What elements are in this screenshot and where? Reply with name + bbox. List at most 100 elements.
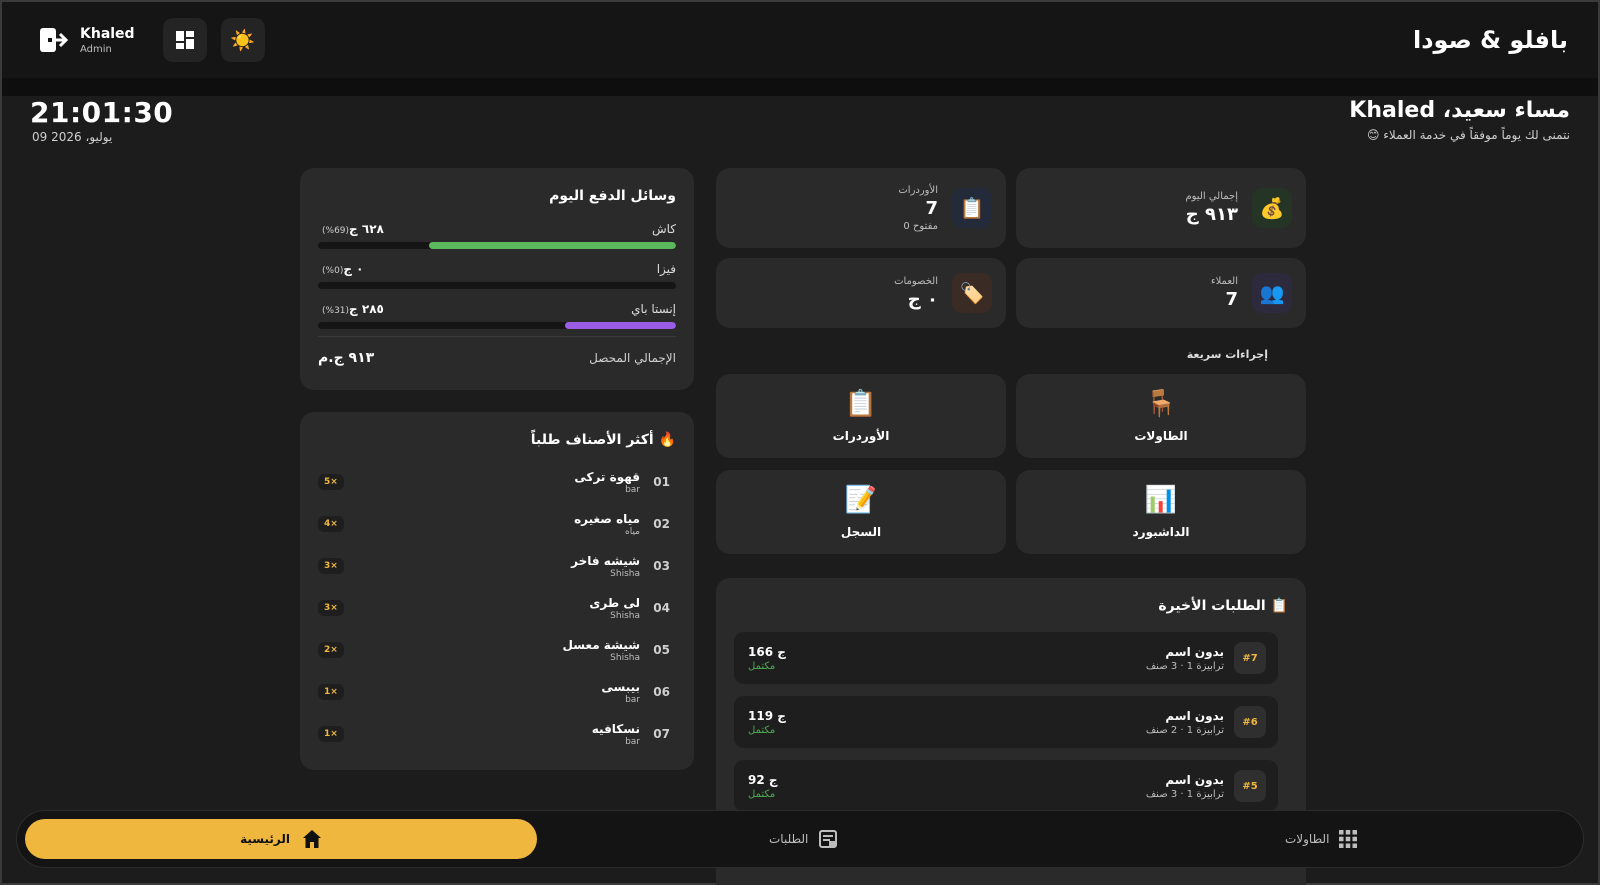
item-qty-badge: 1× xyxy=(318,726,344,742)
order-row[interactable]: 119 ج مكتمل بدون اسم ترابيزة 1 · 2 صنف #… xyxy=(734,696,1278,748)
order-row[interactable]: 92 ج مكتمل بدون اسم ترابيزة 1 · 3 صنف #5 xyxy=(734,760,1278,812)
payment-percent: (31%) xyxy=(322,306,350,316)
grid-icon xyxy=(1339,830,1358,848)
user-role: Admin xyxy=(80,43,112,55)
item-name: قهوة تركى xyxy=(574,469,640,484)
payment-amount: ٦٢٨ ج xyxy=(349,222,384,236)
payment-amount: ٢٨٥ ج xyxy=(349,302,384,316)
payment-bar-track xyxy=(318,322,676,329)
action-dashboard-button[interactable]: 📊 الداشبورد xyxy=(1016,470,1306,554)
item-rank: 06 xyxy=(653,685,670,699)
order-name: بدون اسم xyxy=(1165,772,1224,787)
theme-toggle-button[interactable]: ☀️ xyxy=(220,18,265,62)
dashboard-grid-icon xyxy=(175,31,194,49)
action-tables-button[interactable]: 🪑 الطاولات xyxy=(1016,374,1306,458)
nav-home-button[interactable]: الرئيسية xyxy=(25,819,537,859)
payment-row-visa: ٠ ج(0%) فيزا xyxy=(318,262,676,289)
item-category: Shisha xyxy=(610,652,640,663)
date: 09 يوليو، 2026 xyxy=(32,130,113,144)
stat-sub: 0 مفتوح xyxy=(903,220,938,232)
money-bag-icon: 💰 xyxy=(1252,188,1292,228)
nav-tables-button[interactable]: الطاولات xyxy=(1285,819,1358,859)
clipboard-icon: 📋 xyxy=(844,389,878,419)
payments-title: وسائل الدفع اليوم xyxy=(549,188,676,204)
order-id-badge: #6 xyxy=(1234,706,1266,738)
list-item: 3× لى طرى Shisha 04 xyxy=(318,588,670,628)
payment-name: كاش xyxy=(651,222,676,236)
clipboard-icon: 📋 xyxy=(952,188,992,228)
action-label: الأوردرات xyxy=(832,429,890,443)
order-total: 92 ج xyxy=(748,772,778,787)
item-rank: 03 xyxy=(653,559,670,573)
payment-bar-fill xyxy=(565,322,676,329)
item-name: شيشة معسل xyxy=(562,637,641,652)
payments-card: وسائل الدفع اليوم ٦٢٨ ج(69%) كاش ٠ ج(0%)… xyxy=(300,168,694,390)
item-name: بيبسى xyxy=(601,679,640,694)
nav-orders-button[interactable]: الطلبات xyxy=(769,819,838,859)
item-category: bar xyxy=(625,694,640,705)
order-id-badge: #7 xyxy=(1234,642,1266,674)
divider xyxy=(318,336,676,337)
list-item: 1× بيبسى bar 06 xyxy=(318,672,670,712)
order-row[interactable]: 166 ج مكتمل بدون اسم ترابيزة 1 · 3 صنف #… xyxy=(734,632,1278,684)
stat-value: ٠ ج xyxy=(907,289,938,310)
item-rank: 04 xyxy=(653,601,670,615)
order-meta: ترابيزة 1 · 2 صنف xyxy=(1145,724,1224,736)
payments-total-value: ٩١٣ ج.م xyxy=(318,350,375,366)
stat-label: الأوردرات xyxy=(898,184,938,196)
action-label: الطاولات xyxy=(1134,429,1188,443)
top-items-title: 🔥 أكثر الأصناف طلباً xyxy=(530,432,676,448)
payment-bar-track xyxy=(318,242,676,249)
order-status: مكتمل xyxy=(748,660,776,672)
home-icon xyxy=(302,830,321,848)
clock: 21:01:30 xyxy=(30,96,174,129)
list-item: 1× نسكافيه bar 07 xyxy=(318,714,670,754)
tag-icon: 🏷️ xyxy=(952,273,992,313)
stat-discounts: الخصومات ٠ ج 🏷️ xyxy=(716,258,1006,328)
list-item: 4× مياه صغيره مياه 02 xyxy=(318,504,670,544)
item-qty-badge: 2× xyxy=(318,642,344,658)
payment-row-instapay: ٢٨٥ ج(31%) إنستا باي xyxy=(318,302,676,329)
stat-value: 7 xyxy=(1225,289,1238,310)
quick-actions-title: إجراءات سريعة xyxy=(1186,348,1268,361)
item-category: Shisha xyxy=(610,568,640,579)
order-total: 119 ج xyxy=(748,708,786,723)
memo-icon: 📝 xyxy=(844,485,878,515)
user-name: Khaled xyxy=(80,25,135,42)
item-name: مياه صغيره xyxy=(574,511,640,526)
order-status: مكتمل xyxy=(748,724,776,736)
stat-value: 7 xyxy=(925,197,938,219)
item-qty-badge: 3× xyxy=(318,600,344,616)
bottom-nav: الرئيسية الطلبات الطاولات xyxy=(16,810,1584,868)
payment-row-cash: ٦٢٨ ج(69%) كاش xyxy=(318,222,676,249)
nav-tables-label: الطاولات xyxy=(1285,832,1330,846)
item-qty-badge: 3× xyxy=(318,558,344,574)
order-id-badge: #5 xyxy=(1234,770,1266,802)
nav-home-label: الرئيسية xyxy=(240,832,290,846)
payment-percent: (0%) xyxy=(322,266,344,276)
order-status: مكتمل xyxy=(748,788,776,800)
customers-icon: 👥 xyxy=(1252,273,1292,313)
item-qty-badge: 4× xyxy=(318,516,344,532)
greeting-title: مساء سعيد، Khaled xyxy=(1349,98,1570,123)
order-name: بدون اسم xyxy=(1165,708,1224,723)
payment-bar-track xyxy=(318,282,676,289)
item-rank: 01 xyxy=(653,475,670,489)
order-meta: ترابيزة 1 · 3 صنف xyxy=(1145,660,1224,672)
stat-label: العملاء xyxy=(1210,276,1238,287)
action-log-button[interactable]: 📝 السجل xyxy=(716,470,1006,554)
dashboard-button[interactable] xyxy=(162,18,207,62)
stat-label: إجمالي اليوم xyxy=(1185,191,1238,202)
stat-orders: الأوردرات 7 0 مفتوح 📋 xyxy=(716,168,1006,248)
list-item: 5× قهوة تركى bar 01 xyxy=(318,462,670,502)
recent-orders-title: 📋 الطلبات الأخيرة xyxy=(1158,598,1288,614)
logout-icon[interactable] xyxy=(38,24,70,56)
action-orders-button[interactable]: 📋 الأوردرات xyxy=(716,374,1006,458)
order-name: بدون اسم xyxy=(1165,644,1224,659)
payment-name: فيزا xyxy=(656,262,676,276)
item-category: Shisha xyxy=(610,610,640,621)
list-item: 2× شيشة معسل Shisha 05 xyxy=(318,630,670,670)
item-rank: 02 xyxy=(653,517,670,531)
user-block: Khaled Admin xyxy=(38,24,135,56)
item-qty-badge: 1× xyxy=(318,684,344,700)
